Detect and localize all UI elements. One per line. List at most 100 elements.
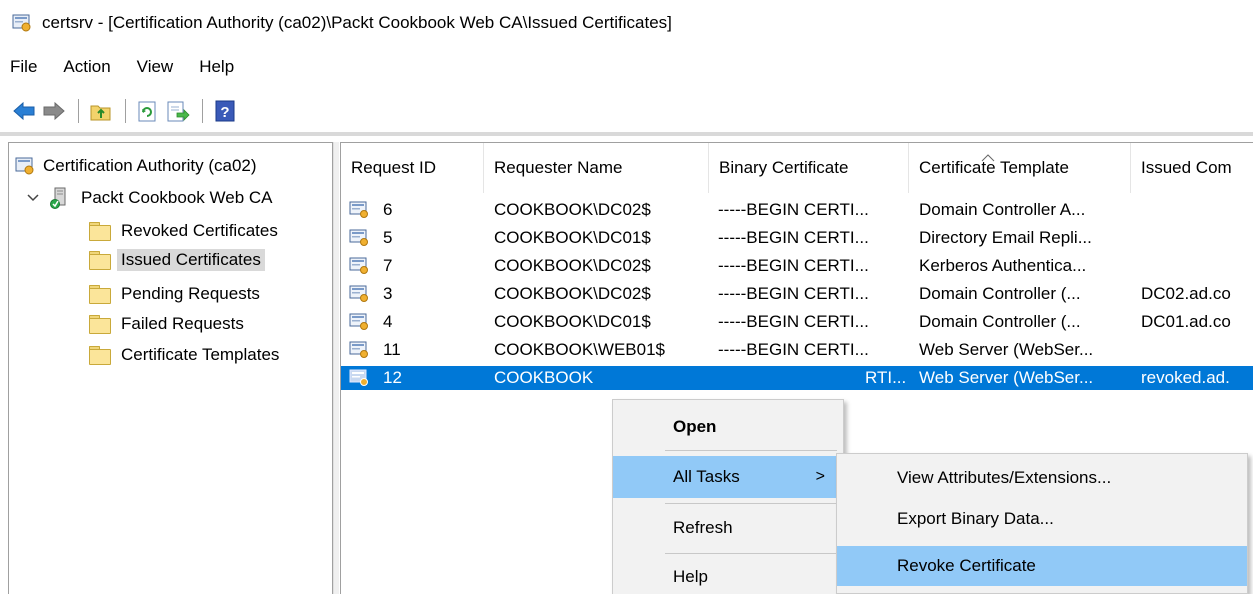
tree-root-label: Certification Authority (ca02) [43,156,257,175]
column-header-certificate-template[interactable]: Certificate Template [909,143,1131,193]
column-header-label: Request ID [351,158,437,177]
table-row[interactable]: 5 COOKBOOK\DC01$ -----BEGIN CERTI... Direct… [341,226,1253,250]
column-header-requester-name[interactable]: Requester Name [484,143,709,193]
certificate-icon [349,285,369,303]
menu-separator [665,553,837,554]
context-menu-open[interactable]: Open [613,406,843,448]
table-cell-issued: DC02.ad.co [1141,284,1231,303]
column-header-label: Requester Name [494,158,623,177]
tree-item-failed-requests[interactable]: Failed Requests [89,311,248,337]
submenu-revoke-certificate[interactable]: Revoke Certificate [837,546,1247,586]
menu-action[interactable]: Action [55,55,118,79]
tree-item-label: Issued Certificates [117,249,265,271]
table-cell-id: 5 [383,228,393,247]
context-menu-help[interactable]: Help [613,556,843,594]
certsrv-app-icon [12,13,32,33]
ca-root-icon [15,156,35,176]
table-cell-template: Web Server (WebSer... [919,368,1094,387]
menu-separator [665,503,837,504]
up-folder-icon[interactable] [87,97,115,125]
table-cell-requester: COOKBOOK\DC01$ [494,312,651,331]
forward-arrow-icon[interactable] [40,97,68,125]
column-header-issued-common-name[interactable]: Issued Com [1131,143,1253,193]
all-tasks-submenu: View Attributes/Extensions... Export Bin… [836,453,1248,594]
chevron-down-icon[interactable] [27,188,41,208]
menu-view[interactable]: View [129,55,182,79]
menu-help[interactable]: Help [191,55,242,79]
table-cell-binary: -----BEGIN CERTI... [718,340,869,359]
table-cell-template: Domain Controller (... [919,284,1081,303]
menu-separator [665,450,837,451]
menu-item-label: Open [673,417,717,436]
table-cell-issued [1141,254,1253,278]
svg-text:?: ? [220,104,229,121]
tree-item-label: Failed Requests [121,314,244,333]
table-cell-id: 7 [383,256,393,275]
table-row[interactable]: 6 COOKBOOK\DC02$ -----BEGIN CERTI... Domain… [341,198,1253,222]
pane-splitter[interactable] [333,142,339,594]
context-menu: Open All Tasks > Refresh Help [612,399,844,594]
context-menu-refresh[interactable]: Refresh [613,507,843,549]
context-menu-all-tasks[interactable]: All Tasks > [613,456,843,498]
folder-icon [89,222,111,241]
tree-item-label: Pending Requests [121,284,260,303]
table-cell-requester: COOKBOOK\DC02$ [494,200,651,219]
tree-item-issued-certificates[interactable]: Issued Certificates [89,247,265,273]
toolbar-divider [0,132,1253,136]
table-cell-issued [1141,226,1253,250]
folder-icon [89,285,111,304]
table-cell-binary: -----BEGIN CERTI... [718,312,869,331]
table-cell-id: 11 [383,340,401,359]
export-list-icon[interactable] [164,97,192,125]
table-cell-requester: COOKBOOK\WEB01$ [494,340,665,359]
menu-item-label: Refresh [673,518,733,537]
toolbar: ? [0,94,241,128]
table-cell-id: 12 [383,368,402,387]
help-icon[interactable]: ? [211,97,239,125]
column-header-label: Binary Certificate [719,158,849,177]
column-header-request-id[interactable]: Request ID [341,143,484,193]
submenu-view-attributes-extensions[interactable]: View Attributes/Extensions... [837,458,1247,498]
column-header-binary-certificate[interactable]: Binary Certificate [709,143,909,193]
table-cell-binary: -----BEGIN CERTI... [718,256,869,275]
tree-item-pending-requests[interactable]: Pending Requests [89,281,264,307]
window-title: certsrv - [Certification Authority (ca02… [42,13,672,32]
certificate-icon [349,341,369,359]
menu-item-label: All Tasks [673,467,740,486]
certificate-icon [349,229,369,247]
table-cell-id: 3 [383,284,393,303]
table-cell-issued [1141,338,1253,362]
refresh-icon[interactable] [134,97,162,125]
table-row[interactable]: 4 COOKBOOK\DC01$ -----BEGIN CERTI... Domain… [341,310,1253,334]
table-cell-id: 6 [383,200,393,219]
tree-node-ca-root[interactable]: Certification Authority (ca02) [15,153,261,179]
tree-item-certificate-templates[interactable]: Certificate Templates [89,342,283,368]
toolbar-separator [78,99,79,123]
table-row[interactable]: 12 COOKBOOK RTI... Web Server (WebSer... rev… [341,366,1253,390]
submenu-export-binary-data[interactable]: Export Binary Data... [837,499,1247,539]
tree-item-revoked-certificates[interactable]: Revoked Certificates [89,218,282,244]
menu-item-label: Export Binary Data... [897,509,1054,528]
table-row[interactable]: 3 COOKBOOK\DC02$ -----BEGIN CERTI... Domain… [341,282,1253,306]
table-row[interactable]: 7 COOKBOOK\DC02$ -----BEGIN CERTI... Kerber… [341,254,1253,278]
table-row[interactable]: 11 COOKBOOK\WEB01$ -----BEGIN CERTI... Web … [341,338,1253,362]
table-cell-binary: RTI... [865,368,907,387]
table-cell-binary: -----BEGIN CERTI... [718,228,869,247]
certificate-icon [349,201,369,219]
tree-node-ca[interactable]: Packt Cookbook Web CA [27,185,277,211]
tree-item-label: Revoked Certificates [121,221,278,240]
table-cell-id: 4 [383,312,393,331]
tree-ca-label: Packt Cookbook Web CA [81,188,273,207]
table-cell-binary: -----BEGIN CERTI... [718,284,869,303]
table-cell-issued [1141,198,1253,222]
table-cell-requester: COOKBOOK\DC02$ [494,284,651,303]
toolbar-separator [202,99,203,123]
certificate-icon [349,313,369,331]
table-cell-template: Kerberos Authentica... [919,256,1087,275]
menu-file[interactable]: File [10,55,45,79]
back-arrow-icon[interactable] [10,97,38,125]
table-cell-issued: DC01.ad.co [1141,312,1231,331]
folder-icon [89,315,111,334]
menu-item-label: Revoke Certificate [897,556,1036,575]
table-cell-template: Web Server (WebSer... [919,340,1094,359]
